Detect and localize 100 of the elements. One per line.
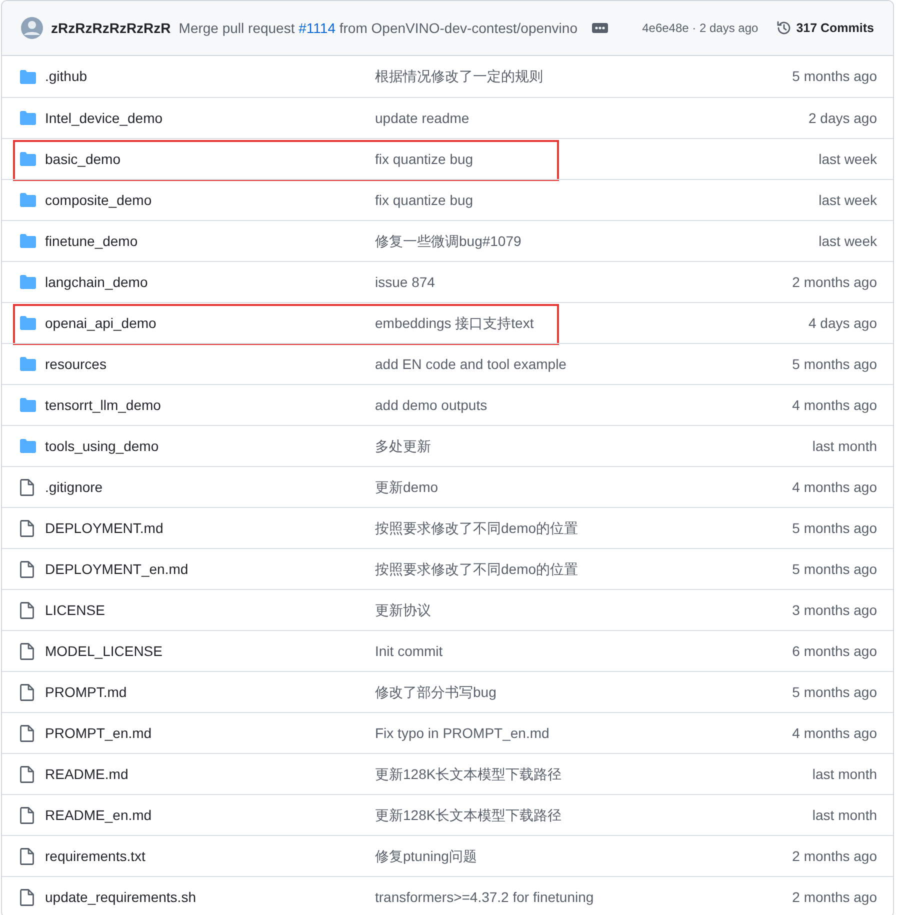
file-name[interactable]: PROMPT_en.md <box>45 722 375 744</box>
file-row[interactable]: finetune_demo 修复一些微调bug#1079 last week <box>2 220 893 261</box>
file-row[interactable]: openai_api_demo embeddings 接口支持text 4 days ago <box>2 302 893 343</box>
file-icon <box>20 642 34 660</box>
file-name[interactable]: MODEL_LICENSE <box>45 640 375 662</box>
file-icon <box>20 766 34 782</box>
file-icon <box>20 806 34 824</box>
file-row[interactable]: basic_demo fix quantize bug last week <box>2 138 893 179</box>
commit-message[interactable]: Init commit <box>375 640 443 662</box>
file-row[interactable]: LICENSE 更新协议 3 months ago <box>2 589 893 630</box>
file-name[interactable]: finetune_demo <box>45 230 375 252</box>
file-icon <box>20 888 34 906</box>
folder-icon <box>20 234 36 248</box>
file-row[interactable]: .gitignore 更新demo 4 months ago <box>2 466 893 507</box>
file-row[interactable]: tensorrt_llm_demo add demo outputs 4 months ago <box>2 384 893 425</box>
commit-message[interactable]: 按照要求修改了不同demo的位置 <box>375 518 578 538</box>
commit-date: 5 months ago <box>792 67 877 86</box>
file-row[interactable]: requirements.txt 修复ptuning问题 2 months ago <box>2 835 893 876</box>
folder-icon <box>20 111 36 125</box>
file-row[interactable]: DEPLOYMENT.md 按照要求修改了不同demo的位置 5 months ago <box>2 507 893 548</box>
folder-icon <box>20 316 36 330</box>
file-name[interactable]: requirements.txt <box>45 846 375 866</box>
commit-message[interactable]: 修复ptuning问题 <box>375 846 477 866</box>
file-row[interactable]: Intel_device_demo update readme 2 days ago <box>2 97 893 138</box>
commit-date: 5 months ago <box>792 560 877 579</box>
file-name[interactable]: LICENSE <box>45 600 375 620</box>
file-name[interactable]: Intel_device_demo <box>45 108 375 128</box>
commit-date: 2 days ago <box>808 108 877 128</box>
commit-message[interactable]: fix quantize bug <box>375 190 474 210</box>
commit-message[interactable]: embeddings 接口支持text <box>375 312 534 334</box>
commit-message[interactable]: 根据情况修改了一定的规则 <box>375 66 543 87</box>
commit-message[interactable]: issue 874 <box>375 272 435 292</box>
commit-date: last month <box>812 436 877 456</box>
commit-message[interactable]: 更新协议 <box>375 600 431 620</box>
commit-message[interactable]: 多处更新 <box>375 436 431 456</box>
commit-message[interactable]: fix quantize bug <box>375 148 474 170</box>
commit-message[interactable]: 修改了部分书写bug <box>375 682 496 702</box>
file-name[interactable]: .gitignore <box>45 476 375 498</box>
file-name[interactable]: README_en.md <box>45 804 375 826</box>
file-row[interactable]: resources add EN code and tool example 5 months ago <box>2 343 893 384</box>
commit-message[interactable]: 更新128K长文本模型下载路径 <box>375 804 562 826</box>
file-icon <box>20 520 34 536</box>
commit-message[interactable]: transformers>=4.37.2 for finetuning <box>375 886 594 908</box>
file-row[interactable]: DEPLOYMENT_en.md 按照要求修改了不同demo的位置 5 months ago <box>2 548 893 589</box>
commit-author[interactable]: zRzRzRzRzRzRzR <box>51 18 171 38</box>
file-name[interactable]: DEPLOYMENT_en.md <box>45 558 375 580</box>
file-name[interactable]: DEPLOYMENT.md <box>45 518 375 538</box>
file-row[interactable]: PROMPT.md 修改了部分书写bug 5 months ago <box>2 671 893 712</box>
commit-message[interactable]: add EN code and tool example <box>375 354 566 374</box>
file-row[interactable]: PROMPT_en.md Fix typo in PROMPT_en.md 4 months ago <box>2 712 893 753</box>
commit-message[interactable]: add demo outputs <box>375 394 488 416</box>
file-name[interactable]: README.md <box>45 764 375 784</box>
file-row[interactable]: README_en.md 更新128K长文本模型下载路径 last month <box>2 794 893 835</box>
pull-request-link[interactable]: #1114 <box>298 20 336 36</box>
file-name[interactable]: .github <box>45 66 375 87</box>
commit-message[interactable]: 更新128K长文本模型下载路径 <box>375 764 562 784</box>
commit-message[interactable]: 修复一些微调bug#1079 <box>375 230 522 252</box>
file-row[interactable]: langchain_demo issue 874 2 months ago <box>2 261 893 302</box>
commit-date: 5 months ago <box>792 518 877 538</box>
commit-date: 4 days ago <box>808 314 877 333</box>
file-name[interactable]: basic_demo <box>45 148 375 170</box>
commit-message: Merge pull request #1114 from OpenVINO-dev-contest/openvino <box>178 18 578 38</box>
commit-date: 5 months ago <box>792 682 877 702</box>
file-name[interactable]: update_requirements.sh <box>45 886 375 908</box>
file-icon <box>20 724 34 742</box>
file-icon <box>20 602 34 618</box>
file-row[interactable]: tools_using_demo 多处更新 last month <box>2 425 893 466</box>
file-name[interactable]: tensorrt_llm_demo <box>45 394 375 416</box>
folder-icon <box>20 357 36 371</box>
commit-date: 2 months ago <box>792 846 877 866</box>
commit-date: 6 months ago <box>792 642 877 661</box>
commit-message[interactable]: 更新demo <box>375 476 438 498</box>
file-row[interactable]: README.md 更新128K长文本模型下载路径 last month <box>2 753 893 794</box>
file-row[interactable]: .github 根据情况修改了一定的规则 5 months ago <box>2 56 893 97</box>
commit-sha-date[interactable]: 4e6e48e · 2 days ago <box>642 19 758 37</box>
history-icon <box>776 20 792 36</box>
file-name[interactable]: PROMPT.md <box>45 682 375 702</box>
file-name[interactable]: openai_api_demo <box>45 312 375 334</box>
commit-date: last month <box>812 806 877 824</box>
commit-message[interactable]: 按照要求修改了不同demo的位置 <box>375 558 578 580</box>
file-row[interactable]: update_requirements.sh transformers>=4.37.2 for finetuning 2 months ago <box>2 876 893 915</box>
commits-link[interactable]: 317 Commits <box>796 18 874 38</box>
commit-date: last week <box>818 190 877 210</box>
commit-message[interactable]: Fix typo in PROMPT_en.md <box>375 722 550 744</box>
file-icon <box>20 560 34 578</box>
file-name[interactable]: composite_demo <box>45 190 375 210</box>
commit-date: last month <box>812 764 877 784</box>
folder-icon <box>20 152 36 166</box>
file-name[interactable]: tools_using_demo <box>45 436 375 456</box>
file-icon <box>20 478 34 496</box>
file-name[interactable]: langchain_demo <box>45 272 375 292</box>
file-name[interactable]: resources <box>45 354 375 374</box>
folder-icon <box>20 70 36 84</box>
commit-date: 4 months ago <box>792 478 877 497</box>
commit-message[interactable]: update readme <box>375 108 470 128</box>
folder-icon <box>20 439 36 453</box>
commit-date: 4 months ago <box>792 724 877 743</box>
ellipsis-icon[interactable] <box>592 23 608 33</box>
file-row[interactable]: MODEL_LICENSE Init commit 6 months ago <box>2 630 893 671</box>
file-row[interactable]: composite_demo fix quantize bug last week <box>2 179 893 220</box>
